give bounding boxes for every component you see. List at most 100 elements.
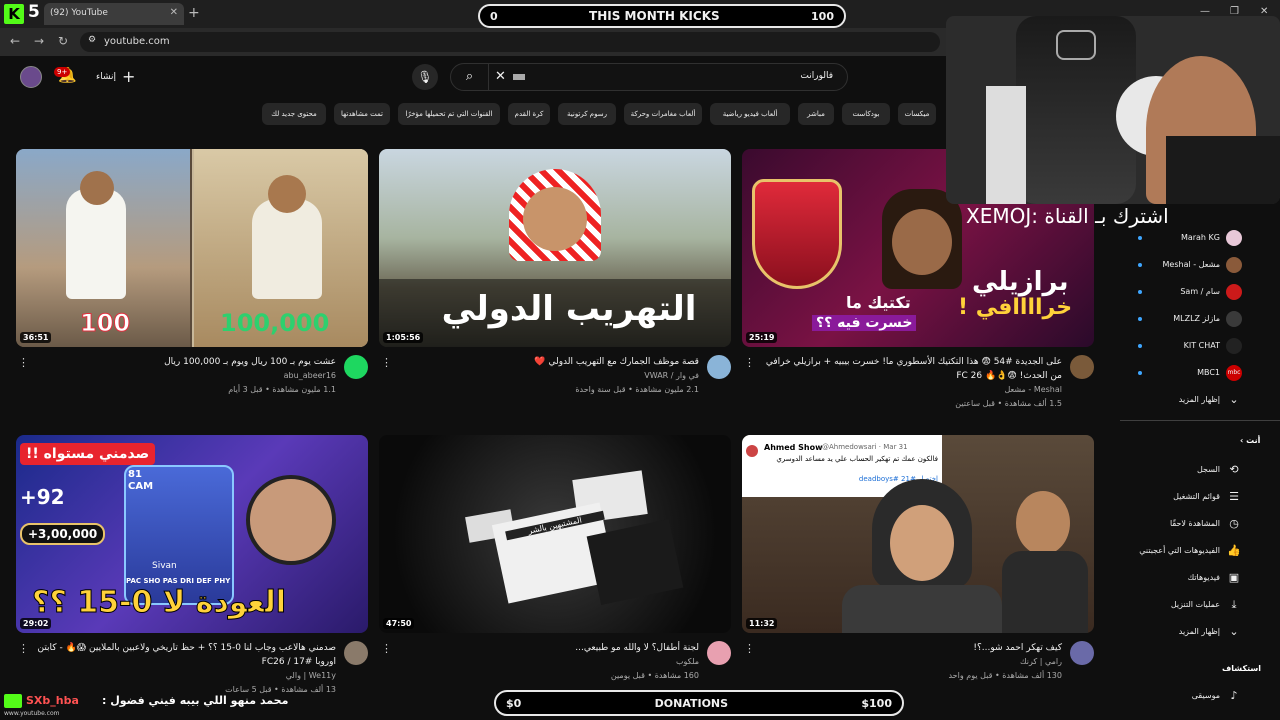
chip-cartoons[interactable]: رسوم كرتونية [558,103,616,125]
chip-watched[interactable]: تمت مشاهدتها [334,103,390,125]
video-meta: 130 ألف مشاهدة • قبل يوم واحد [948,671,1062,680]
video-thumbnail[interactable]: صدمني مستواه !! +92 +3,00,000 81 CAM Siv… [16,435,368,633]
chip-action-games[interactable]: ألعاب مغامرات وحركة [624,103,702,125]
you-section-link[interactable]: أنت › [1240,436,1260,445]
subscription-name: Marah KG [1180,233,1220,242]
channel-avatar[interactable] [1070,355,1094,379]
channel-name[interactable]: في وار / VWAR [399,371,699,380]
more-options-icon[interactable]: ⋮ [744,642,755,655]
show-more-subscriptions[interactable]: إظهار المزيد ⌄ [1120,392,1260,410]
channel-avatar [1226,311,1242,327]
sidebar-item-downloads[interactable]: عمليات التنزيل ⤓ [1120,597,1260,615]
reload-icon[interactable]: ↻ [58,34,68,48]
thumb-stats: PAC SHO PAS DRI DEF PHY [126,577,231,585]
channel-avatar [1226,284,1242,300]
channel-avatar[interactable] [707,641,731,665]
more-options-icon[interactable]: ⋮ [381,642,392,655]
sidebar-item-label: السجل [1196,465,1220,474]
channel-name[interactable]: We11y | والي [36,671,336,680]
chip-sports-games[interactable]: ألعاب فيديو رياضية [710,103,790,125]
chair-logo-icon [1056,30,1096,60]
subscription-item[interactable]: مازلز MLZLZ [1120,311,1260,329]
avatar[interactable] [20,66,42,88]
video-thumbnail[interactable]: التهريب الدولي 1:05:56 [379,149,731,347]
video-thumbnail[interactable]: Ahmed Show @Ahmedowsari · Mar 31 فالكون … [742,435,1094,633]
new-content-dot [1138,371,1142,375]
new-content-dot [1138,290,1142,294]
subscription-item[interactable]: مشعل - Meshal [1120,257,1260,275]
channel-name[interactable]: abu_abeer16 [36,371,336,380]
video-thumbnail[interactable]: المشتبهين بالشر 47:50 [379,435,731,633]
more-options-icon[interactable]: ⋮ [381,356,392,369]
clear-search-icon[interactable]: ✕ [495,69,506,84]
search-input[interactable]: فالورانت [800,71,833,81]
play-box-icon: ▣ [1228,571,1240,584]
chip-new-for-you[interactable]: محتوى جديد لك [262,103,326,125]
show-more-you[interactable]: إظهار المزيد ⌄ [1120,624,1260,642]
channel-avatar[interactable] [1070,641,1094,665]
tweet-user: Ahmed Show [764,443,823,452]
sidebar-divider [1120,420,1280,421]
channel-avatar[interactable] [344,641,368,665]
more-options-icon[interactable]: ⋮ [18,356,29,369]
sidebar-item-your-videos[interactable]: فيديوهاتك ▣ [1120,570,1260,588]
channel-avatar[interactable] [707,355,731,379]
video-title[interactable]: صدمني هالاعب وجاب لنا 0-15 ؟؟ + حظ تاريخ… [36,641,336,669]
channel-name[interactable]: Meshal - مشعل [762,385,1063,394]
video-title[interactable]: على الجديدة #54 😨 هذا التكتيك الأسطوري م… [762,355,1062,383]
search-icon[interactable]: ⌕ [451,64,489,90]
sidebar-item-label: موسيقى [1191,691,1220,700]
chevron-down-icon: ⌄ [1229,625,1239,638]
video-thumbnail[interactable]: 100 100,000 36:51 [16,149,368,347]
create-label: إنشاء [96,71,117,82]
sidebar-item-history[interactable]: السجل ⟲ [1120,462,1260,480]
new-tab-icon[interactable]: + [188,5,200,21]
thumb-coins: +3,00,000 [20,523,106,545]
filter-chips: ميكسات بودكاست مباشر ألعاب فيديو رياضية … [262,103,942,125]
chip-mixes[interactable]: ميكسات [898,103,936,125]
video-title[interactable]: عشت يوم بـ 100 ريال ويوم بـ 100,000 ريال [36,355,336,369]
site-info-icon[interactable]: ⚙ [88,35,96,45]
subscription-item[interactable]: MBC1 mbc [1120,365,1260,383]
notification-badge: 9+ [54,67,71,77]
channel-avatar[interactable] [344,355,368,379]
video-title[interactable]: كيف تهكر احمد شو...؟! [762,641,1062,655]
video-meta: 2.1 مليون مشاهدة • قبل سنة واحدة [575,385,699,394]
search-box[interactable]: ⌕ ✕ فالورانت [450,63,848,91]
channel-avatar [1226,230,1242,246]
subscription-item[interactable]: KIT CHAT [1120,338,1260,356]
sidebar-item-label: عمليات التنزيل [1170,600,1220,609]
forward-icon[interactable]: → [34,34,44,48]
donations-label: DONATIONS [654,696,729,710]
chip-live[interactable]: مباشر [798,103,834,125]
subscription-item[interactable]: Marah KG [1120,230,1260,248]
create-button[interactable]: إنشاء + [96,67,135,86]
tweet-text: فالكون عمك تم تهكير الحساب علي يد مساعد … [776,455,938,463]
browser-tab[interactable]: (92) YouTube ✕ [44,3,184,25]
close-tab-icon[interactable]: ✕ [170,7,178,18]
more-options-icon[interactable]: ⋮ [18,642,29,655]
sidebar-item-playlists[interactable]: قوائم التشغيل ☰ [1120,489,1260,507]
video-title[interactable]: لجنة أطفال؟ لا والله مو طبيعي... [399,641,699,655]
channel-name[interactable]: ملكوب [399,657,699,666]
voice-search-icon[interactable]: 🎙 [412,64,438,90]
chip-podcasts[interactable]: بودكاست [842,103,890,125]
sidebar-item-label: قوائم التشغيل [1173,492,1220,501]
tab-title: (92) YouTube [50,8,108,18]
url-field[interactable]: ⚙ youtube.com [80,32,940,52]
subscription-name: مازلز MLZLZ [1173,314,1220,323]
sidebar-item-liked-videos[interactable]: الفيديوهات التي أعجبتني 👍 [1120,543,1260,561]
chip-football[interactable]: كرة القدم [508,103,550,125]
more-options-icon[interactable]: ⋮ [744,356,755,369]
sidebar-item-music[interactable]: موسيقى ♪ [1120,688,1260,706]
chip-recently-uploaded[interactable]: القنوات التي تم تحميلها مؤخرًا [398,103,500,125]
channel-name[interactable]: رامي | كرنك [762,657,1062,666]
duration-badge: 11:32 [746,618,778,629]
sidebar-item-watch-later[interactable]: المشاهدة لاحقًا ◷ [1120,516,1260,534]
video-title[interactable]: قصة موظف الجمارك مع التهريب الدولي ❤️ [399,355,699,369]
duration-badge: 25:19 [746,332,778,343]
video-meta: 160 مشاهدة • قبل يومين [610,671,699,680]
subscription-item[interactable]: سام / Sam [1120,284,1260,302]
channel-avatar [1226,338,1242,354]
back-icon[interactable]: ← [10,34,20,48]
